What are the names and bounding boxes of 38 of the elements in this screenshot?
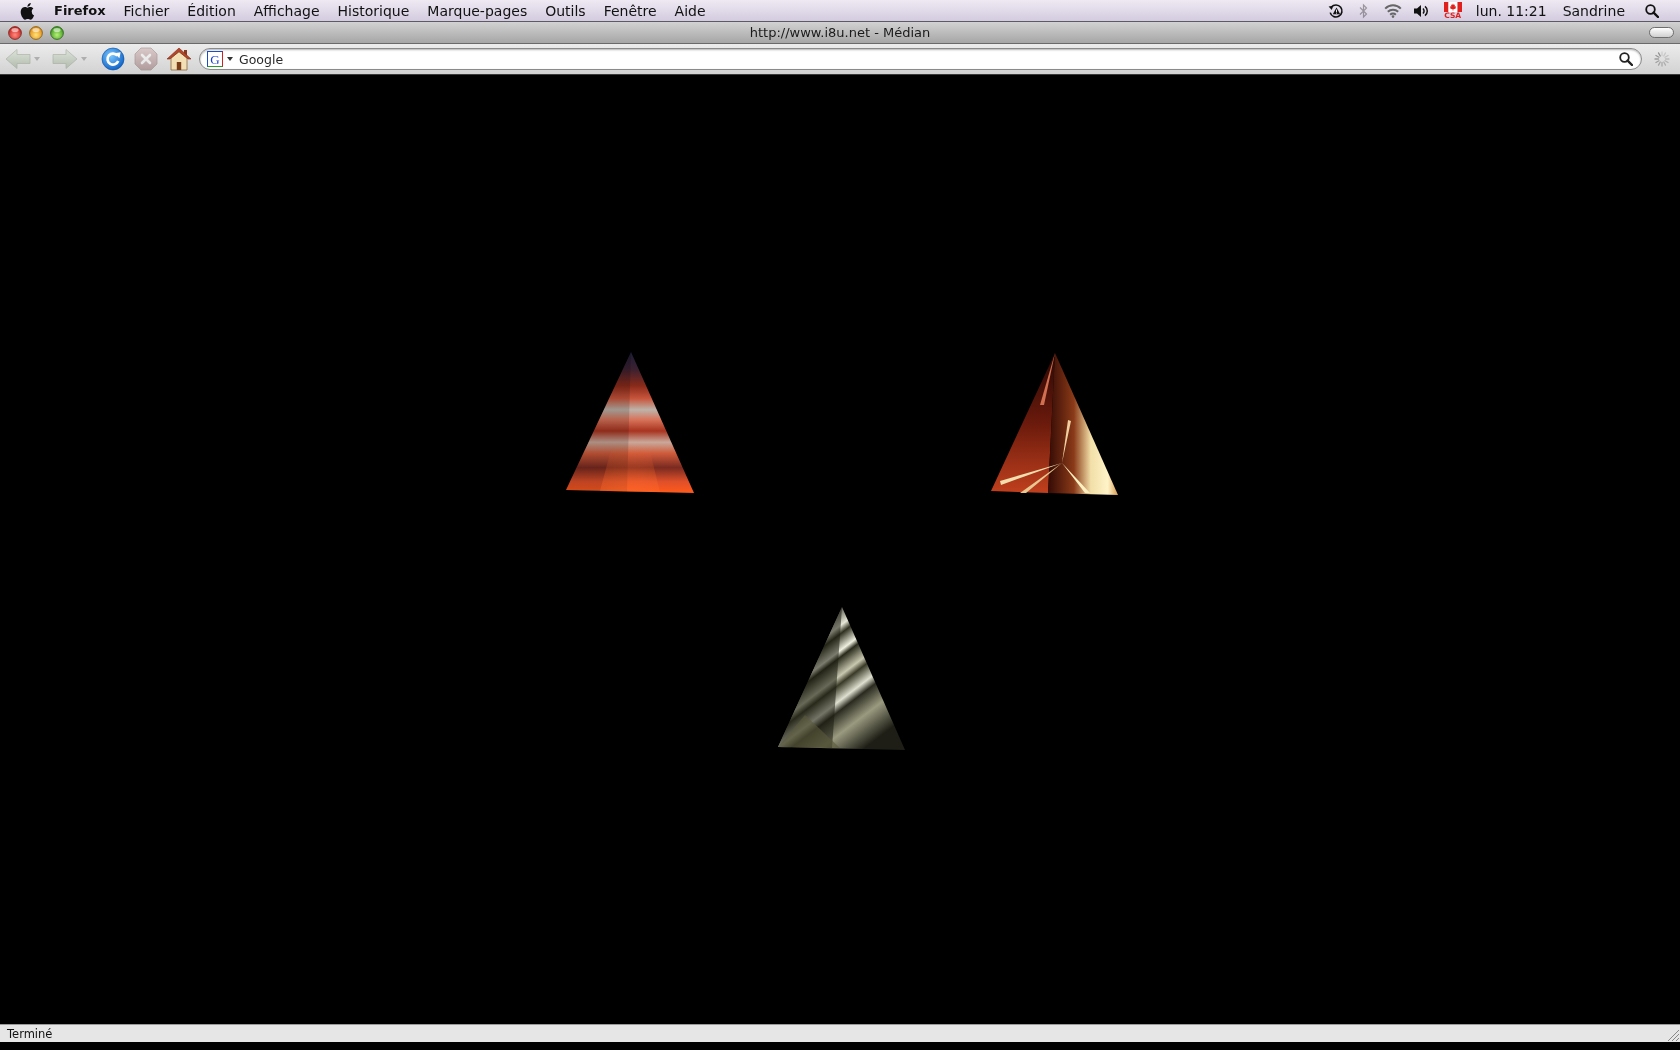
stop-icon [134,47,158,71]
reload-button[interactable] [101,47,125,71]
search-field[interactable]: G Google [199,48,1642,70]
left-arrow-icon [5,48,31,70]
menu-item[interactable]: Affichage [253,0,320,21]
caret-icon[interactable] [227,57,233,61]
status-text: Terminé [7,1026,53,1041]
app-menu[interactable]: Firefox [54,0,106,21]
menu-item[interactable]: Aide [674,0,706,21]
wifi-icon[interactable] [1382,3,1403,18]
close-icon[interactable] [8,25,22,40]
search-icon[interactable] [1619,52,1633,66]
flag-icon [1443,1,1462,12]
resize-grip-icon[interactable] [1666,1028,1680,1042]
menu-item[interactable]: Outils [545,0,586,21]
right-arrow-icon [52,48,78,70]
zoom-icon[interactable] [50,25,64,40]
caret-icon [81,57,87,61]
home-button[interactable] [166,47,192,71]
menu-item[interactable]: Édition [187,0,236,21]
toolbar-toggle-button[interactable] [1649,27,1674,38]
clock-menu[interactable]: lun. 11:21 [1475,0,1547,21]
search-engine-logo[interactable]: G [207,51,223,67]
user-menu[interactable]: Sandrine [1562,0,1625,21]
menu-item[interactable]: Fenêtre [603,0,657,21]
apple-icon[interactable] [20,1,35,20]
menu-item[interactable]: Fichier [123,0,170,21]
house-icon [166,47,192,71]
circular-arrow-icon[interactable] [1327,2,1344,19]
menu-item[interactable]: Historique [337,0,410,21]
speaker-icon[interactable] [1412,3,1429,18]
spinner-icon [1654,51,1670,67]
window-title: http://www.i8u.net - Médian [749,25,931,40]
search-icon[interactable] [1645,3,1659,18]
reload-icon [101,47,125,71]
minimize-icon[interactable] [29,25,43,40]
caret-icon [34,57,40,61]
menu-item[interactable]: Marque-pages [427,0,528,21]
